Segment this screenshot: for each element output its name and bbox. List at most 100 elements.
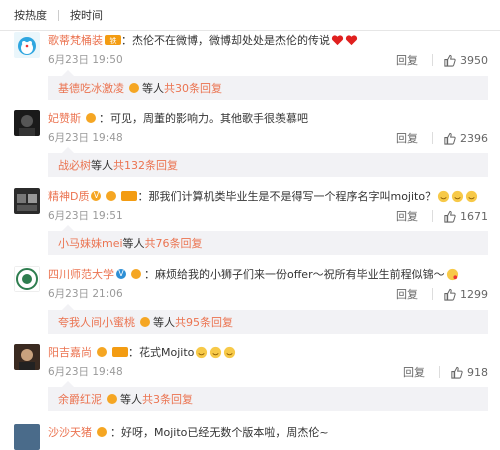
svg-text:铁: 铁 <box>110 36 117 45</box>
like-button[interactable]: 1671 <box>443 210 488 223</box>
sort-divider <box>58 9 59 21</box>
member-badge-icon <box>86 113 96 123</box>
sort-bar: 按热度 按时间 <box>0 0 500 31</box>
sweat-smile-emoji-icon <box>438 190 450 202</box>
comment-actions: 回复 918 <box>403 364 488 380</box>
like-count: 1671 <box>460 209 488 223</box>
sweat-smile-emoji-icon <box>466 190 478 202</box>
avatar[interactable] <box>14 188 40 214</box>
comment-username[interactable]: 妃赞斯 <box>48 110 81 126</box>
comment-line: 沙沙天猪 ：好呀，Mojito已经无数个版本啦，周杰伦~ <box>48 424 329 440</box>
reply-button[interactable]: 回复 <box>396 130 418 146</box>
sub-reply-mid: 等人 <box>91 159 113 172</box>
comment-username[interactable]: 沙沙天猪 <box>48 424 92 440</box>
sub-reply-mid: 等人 <box>122 237 145 250</box>
fan-badge-icon <box>121 191 138 201</box>
member-badge-icon <box>131 269 141 279</box>
kiss-emoji-icon <box>446 268 458 280</box>
sub-reply-user[interactable]: 夸我人间小蜜桃 <box>58 314 135 330</box>
like-count: 918 <box>467 365 488 379</box>
sub-reply-total[interactable]: 共95条回复 <box>175 314 233 330</box>
verified-icon: V <box>91 191 102 201</box>
member-badge-icon <box>97 347 107 357</box>
member-badge-icon <box>140 317 150 327</box>
thumbs-up-icon <box>444 132 456 145</box>
sub-reply-user[interactable]: 战必树 <box>58 157 91 173</box>
comment-username[interactable]: 精神D质 <box>48 188 89 204</box>
sub-replies-box[interactable]: 基德吃冰激凌 等人 共30条回复 <box>48 70 488 100</box>
action-divider <box>432 132 433 144</box>
sub-reply-mid: 等人 <box>142 82 164 95</box>
action-divider <box>439 366 440 378</box>
avatar[interactable] <box>14 110 40 136</box>
heart-icon <box>331 34 344 45</box>
avatar[interactable] <box>14 32 40 58</box>
sub-reply-total[interactable]: 共3条回复 <box>142 391 193 407</box>
comment-text: ：那我们计算机类毕业生是不是得写一个程序名字叫mojito？ <box>137 190 437 203</box>
like-button[interactable]: 2396 <box>443 132 488 145</box>
wink-emoji-icon <box>210 346 222 358</box>
member-badge-icon <box>97 427 107 437</box>
like-count: 1299 <box>460 287 488 301</box>
comment-text: ：花式Mojito <box>128 346 195 359</box>
member-badge-icon <box>129 83 139 93</box>
like-button[interactable]: 3950 <box>443 54 488 67</box>
thumbs-up-icon <box>451 366 463 379</box>
comment-text: ：可见，周董的影响力。其他歌手很羡慕吧 <box>99 112 308 125</box>
sub-replies-box[interactable]: 小马妹妹mei 等人 共76条回复 <box>48 225 488 255</box>
avatar[interactable] <box>14 266 40 292</box>
reply-button[interactable]: 回复 <box>403 364 425 380</box>
comment-line: 阳吉嘉尚 ：花式Mojito <box>48 344 236 360</box>
comment-actions: 回复 1671 <box>396 208 488 224</box>
sub-reply-mid: 等人 <box>153 316 175 329</box>
comment-time: 6月23日 19:48 <box>48 132 123 144</box>
sub-reply-user[interactable]: 余爵红泥 <box>58 391 102 407</box>
member-badge-icon <box>106 191 117 201</box>
thumbs-up-icon <box>444 288 456 301</box>
reply-button[interactable]: 回复 <box>396 286 418 302</box>
like-button[interactable]: 918 <box>450 366 488 379</box>
member-badge-icon: 铁 <box>105 35 121 45</box>
avatar[interactable] <box>14 344 40 370</box>
reply-button[interactable]: 回复 <box>396 52 418 68</box>
comment-username[interactable]: 四川师范大学 <box>48 266 114 282</box>
sub-reply-total[interactable]: 共30条回复 <box>164 80 222 96</box>
sub-reply-total[interactable]: 共132条回复 <box>113 157 178 173</box>
comment-time: 6月23日 19:51 <box>48 210 123 222</box>
comment-time: 6月23日 21:06 <box>48 288 123 300</box>
like-count: 2396 <box>460 131 488 145</box>
action-divider <box>432 288 433 300</box>
wink-emoji-icon <box>224 346 236 358</box>
sweat-smile-emoji-icon <box>452 190 464 202</box>
member-badge-icon <box>107 394 117 404</box>
comment-line: 四川师范大学 V ：麻烦给我的小狮子们来一份offer～祝所有毕业生前程似锦～ <box>48 266 459 282</box>
sub-replies-box[interactable]: 夸我人间小蜜桃 等人 共95条回复 <box>48 304 488 334</box>
comment-username[interactable]: 阳吉嘉尚 <box>48 344 92 360</box>
comment-actions: 回复 1299 <box>396 286 488 302</box>
sub-reply-user[interactable]: 基德吃冰激凌 <box>58 80 124 96</box>
like-button[interactable]: 1299 <box>443 288 488 301</box>
like-count: 3950 <box>460 53 488 67</box>
sub-reply-total[interactable]: 共76条回复 <box>145 235 203 251</box>
comment-line: 精神D质 V ：那我们计算机类毕业生是不是得写一个程序名字叫mojito？ <box>48 188 478 204</box>
avatar[interactable] <box>14 424 40 450</box>
comment-text: ：杰伦不在微博，微博却处处是杰伦的传说 <box>121 34 330 47</box>
sort-by-time[interactable]: 按时间 <box>70 7 103 23</box>
comment-username[interactable]: 歌蒂梵桶装 <box>48 32 103 48</box>
sub-replies-box[interactable]: 战必树 等人 共132条回复 <box>48 147 488 177</box>
comment-actions: 回复 2396 <box>396 130 488 146</box>
comment-line: 妃赞斯 ：可见，周董的影响力。其他歌手很羡慕吧 <box>48 110 308 126</box>
action-divider <box>432 210 433 222</box>
thumbs-up-icon <box>444 210 456 223</box>
comment-text: ：好呀，Mojito已经无数个版本啦，周杰伦~ <box>110 426 329 439</box>
sub-replies-box[interactable]: 余爵红泥 等人 共3条回复 <box>48 381 488 411</box>
verified-icon: V <box>116 269 126 279</box>
sub-reply-mid: 等人 <box>120 393 142 406</box>
sub-reply-user[interactable]: 小马妹妹mei <box>58 235 123 251</box>
reply-button[interactable]: 回复 <box>396 208 418 224</box>
comment-actions: 回复 3950 <box>396 52 488 68</box>
comment-time: 6月23日 19:48 <box>48 366 123 378</box>
sort-by-hot[interactable]: 按热度 <box>14 7 47 23</box>
fan-badge-icon <box>112 347 128 357</box>
comment-time: 6月23日 19:50 <box>48 54 123 66</box>
